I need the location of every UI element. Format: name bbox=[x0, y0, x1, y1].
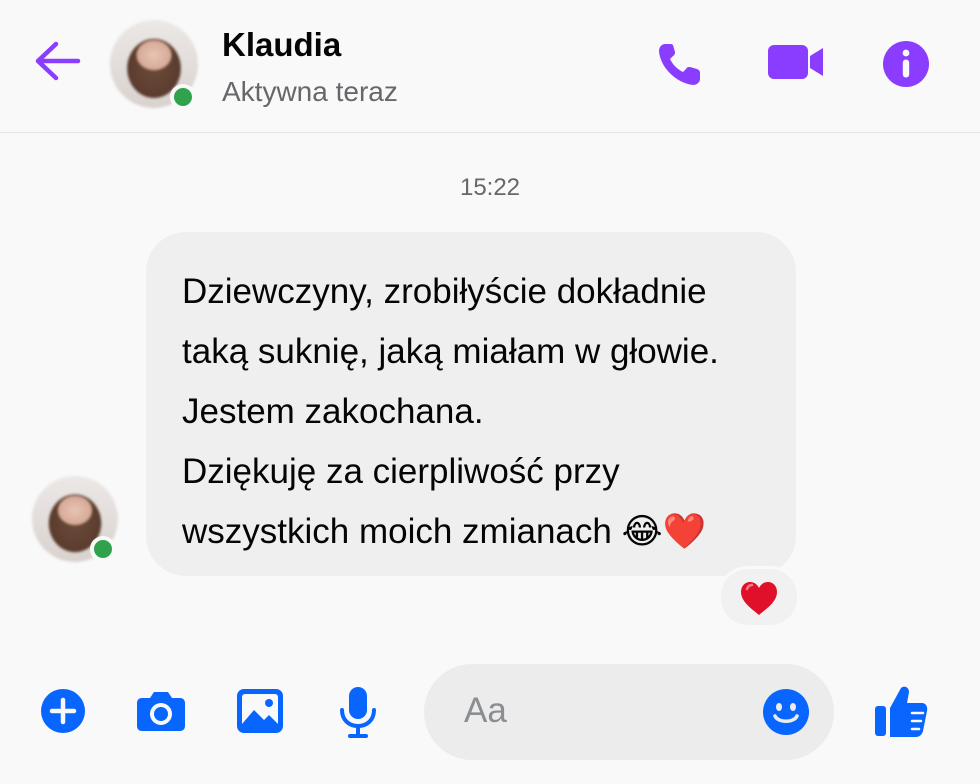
arrow-left-icon bbox=[35, 41, 81, 81]
smiley-icon bbox=[763, 689, 809, 735]
message-line: wszystkich moich zmianach 😂❤️ bbox=[182, 512, 707, 551]
thumbs-up-icon bbox=[875, 686, 928, 737]
conversation-info-button[interactable] bbox=[882, 40, 930, 88]
image-icon bbox=[237, 689, 283, 733]
message-line: Dziewczyny, zrobiłyście dokładnie bbox=[182, 272, 707, 311]
conversation-header: Klaudia Aktywna teraz bbox=[0, 0, 980, 133]
info-icon bbox=[883, 41, 929, 87]
heart-icon bbox=[741, 582, 777, 615]
message-line: Dziękuję za cierpliwość przy bbox=[182, 452, 620, 491]
video-call-button[interactable] bbox=[766, 42, 826, 82]
video-camera-icon bbox=[768, 45, 823, 79]
camera-button[interactable] bbox=[136, 690, 186, 732]
message-bubble[interactable]: Dziewczyny, zrobiłyście dokładnie taką s… bbox=[146, 232, 796, 576]
contact-status: Aktywna teraz bbox=[222, 76, 398, 107]
voice-message-button[interactable] bbox=[338, 686, 378, 738]
message-input[interactable]: Aa bbox=[424, 664, 834, 760]
contact-name[interactable]: Klaudia bbox=[222, 26, 341, 64]
sender-avatar[interactable] bbox=[32, 476, 118, 562]
message-timestamp: 15:22 bbox=[459, 174, 521, 201]
gallery-button[interactable] bbox=[236, 688, 284, 734]
emoji-button[interactable] bbox=[762, 688, 810, 736]
more-actions-button[interactable] bbox=[40, 688, 86, 734]
online-status-indicator bbox=[90, 536, 116, 562]
like-button[interactable] bbox=[874, 684, 928, 738]
plus-circle-icon bbox=[41, 689, 85, 733]
back-button[interactable] bbox=[32, 38, 82, 84]
message-line: taką suknię, jaką miałam w głowie. bbox=[182, 332, 719, 371]
message-text: Dziewczyny, zrobiłyście dokładnie taką s… bbox=[182, 262, 782, 562]
message-line: Jestem zakochana. bbox=[182, 392, 484, 431]
online-status-indicator bbox=[170, 84, 196, 110]
contact-avatar-button[interactable] bbox=[110, 20, 198, 110]
camera-icon bbox=[137, 692, 185, 731]
message-reaction[interactable] bbox=[718, 566, 800, 628]
message-input-placeholder: Aa bbox=[464, 691, 507, 730]
audio-call-button[interactable] bbox=[656, 40, 706, 88]
microphone-icon bbox=[340, 687, 376, 738]
phone-icon bbox=[659, 44, 700, 85]
